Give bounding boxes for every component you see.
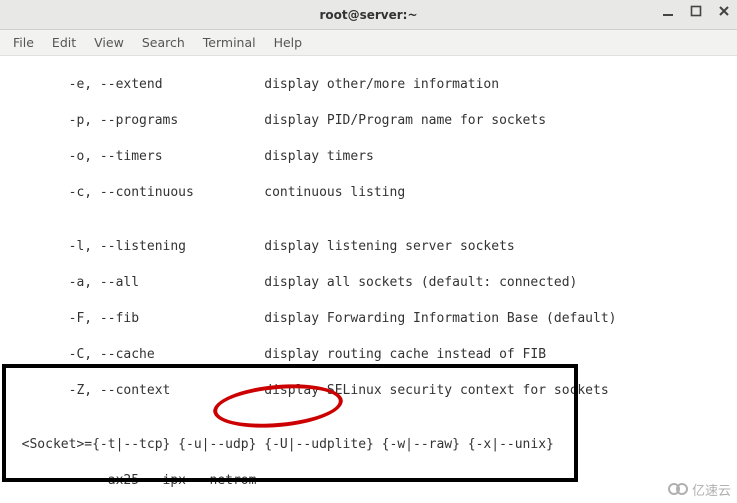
term-line: <Socket>={-t|--tcp} {-u|--udp} {-U|--udp…: [6, 436, 731, 454]
maximize-button[interactable]: [689, 4, 703, 18]
term-line: -C, --cache display routing cache instea…: [6, 346, 731, 364]
window-controls: [661, 4, 731, 18]
term-line: -e, --extend display other/more informat…: [6, 76, 731, 94]
term-line: -o, --timers display timers: [6, 148, 731, 166]
menu-file[interactable]: File: [4, 31, 43, 54]
minimize-button[interactable]: [661, 4, 675, 18]
menu-view[interactable]: View: [85, 31, 133, 54]
term-line: -a, --all display all sockets (default: …: [6, 274, 731, 292]
term-line: --ax25 --ipx --netrom: [6, 472, 731, 490]
window-title: root@server:~: [319, 8, 417, 22]
watermark: 亿速云: [668, 479, 731, 499]
watermark-text: 亿速云: [692, 480, 731, 499]
menubar: File Edit View Search Terminal Help: [0, 30, 737, 56]
menu-terminal[interactable]: Terminal: [194, 31, 265, 54]
watermark-icon: [668, 479, 688, 499]
term-line: -l, --listening display listening server…: [6, 238, 731, 256]
term-line: -Z, --context display SELinux security c…: [6, 382, 731, 400]
term-line: -F, --fib display Forwarding Information…: [6, 310, 731, 328]
menu-help[interactable]: Help: [265, 31, 312, 54]
terminal-area[interactable]: -e, --extend display other/more informat…: [0, 56, 737, 503]
menu-search[interactable]: Search: [133, 31, 194, 54]
close-button[interactable]: [717, 4, 731, 18]
term-line: -c, --continuous continuous listing: [6, 184, 731, 202]
titlebar: root@server:~: [0, 0, 737, 30]
menu-edit[interactable]: Edit: [43, 31, 85, 54]
term-line: -p, --programs display PID/Program name …: [6, 112, 731, 130]
